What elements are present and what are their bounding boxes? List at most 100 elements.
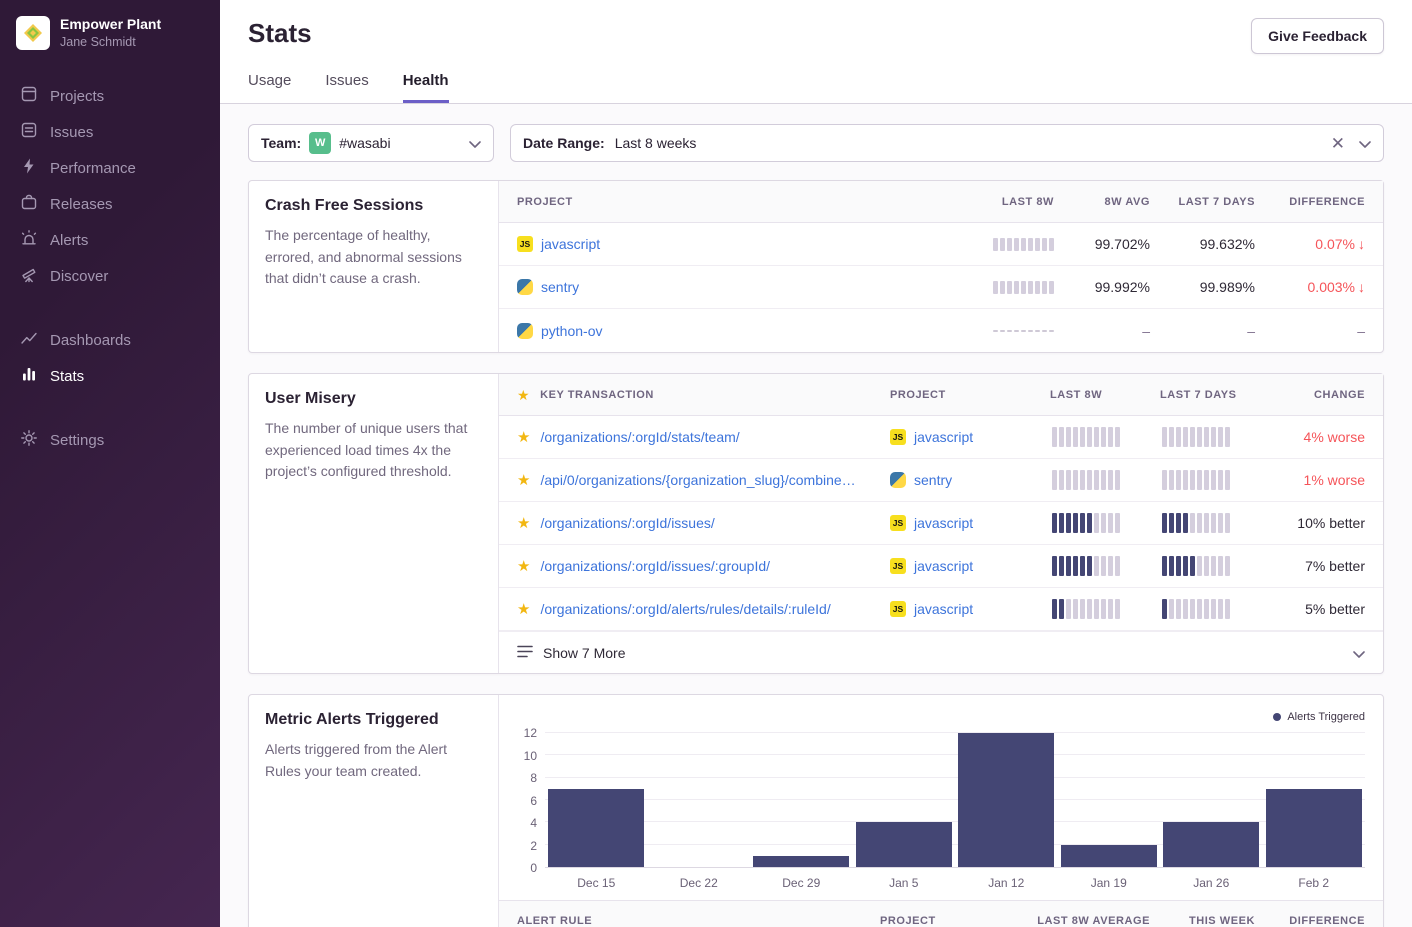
sparkline-bar bbox=[1000, 238, 1005, 251]
sparkline bbox=[1050, 427, 1120, 447]
change-value: 10% better bbox=[1275, 515, 1365, 531]
javascript-icon: JS bbox=[890, 601, 906, 617]
sparkline-bar bbox=[1204, 513, 1209, 533]
sparkline-bar bbox=[1059, 470, 1064, 490]
sparkline-bar bbox=[1059, 556, 1064, 576]
star-icon[interactable]: ★ bbox=[517, 602, 530, 617]
sidebar-item-settings[interactable]: Settings bbox=[0, 422, 220, 458]
sparkline-bar bbox=[1080, 599, 1085, 619]
sparkline bbox=[1160, 599, 1230, 619]
sparkline-bar bbox=[1094, 599, 1099, 619]
metric-alerts-description: Metric Alerts Triggered Alerts triggered… bbox=[249, 695, 499, 927]
project-link[interactable]: python-ov bbox=[541, 323, 602, 339]
difference-value: – bbox=[1357, 323, 1365, 339]
star-icon[interactable]: ★ bbox=[517, 559, 530, 574]
tab-health[interactable]: Health bbox=[403, 72, 449, 103]
sidebar-item-label: Discover bbox=[50, 268, 108, 285]
sidebar-item-stats[interactable]: Stats bbox=[0, 358, 220, 394]
clear-date-icon[interactable]: ✕ bbox=[1327, 135, 1349, 152]
star-icon[interactable]: ★ bbox=[517, 516, 530, 531]
sparkline-bar bbox=[1108, 427, 1113, 447]
chart-bar bbox=[958, 733, 1054, 867]
column-header-difference: DIFFERENCE bbox=[1255, 196, 1365, 208]
sparkline-bar bbox=[1007, 281, 1012, 294]
issues-icon bbox=[20, 121, 38, 143]
sparkline-bar bbox=[1108, 599, 1113, 619]
chevron-down-icon[interactable] bbox=[1359, 135, 1371, 151]
project-link[interactable]: sentry bbox=[914, 472, 952, 488]
sidebar-item-performance[interactable]: Performance bbox=[0, 150, 220, 186]
project-link[interactable]: javascript bbox=[914, 558, 973, 574]
difference-value: 0.07% bbox=[1315, 236, 1355, 252]
transaction-link[interactable]: /organizations/:orgId/stats/team/ bbox=[540, 429, 739, 445]
sparkline-bar bbox=[1073, 556, 1078, 576]
transaction-link[interactable]: /organizations/:orgId/alerts/rules/detai… bbox=[540, 601, 830, 617]
siren-icon bbox=[20, 229, 38, 251]
show-more-button[interactable]: Show 7 More bbox=[499, 631, 1383, 673]
sparkline-bar bbox=[1197, 513, 1202, 533]
sparkline-bar bbox=[1052, 427, 1057, 447]
org-switcher[interactable]: Empower Plant Jane Schmidt bbox=[0, 16, 220, 50]
transaction-link[interactable]: /organizations/:orgId/issues/:groupId/ bbox=[540, 558, 770, 574]
table-header-row: PROJECT LAST 8W 8W AVG LAST 7 DAYS DIFFE… bbox=[499, 181, 1383, 223]
chevron-down-icon[interactable] bbox=[469, 135, 481, 151]
sparkline-bar bbox=[1028, 238, 1033, 251]
sidebar-item-projects[interactable]: Projects bbox=[0, 78, 220, 114]
give-feedback-button[interactable]: Give Feedback bbox=[1251, 18, 1384, 54]
project-link[interactable]: javascript bbox=[914, 601, 973, 617]
sparkline-bar bbox=[1162, 599, 1167, 619]
sidebar-item-releases[interactable]: Releases bbox=[0, 186, 220, 222]
sparkline-bar bbox=[1108, 556, 1113, 576]
tab-issues[interactable]: Issues bbox=[325, 72, 368, 103]
change-value: 7% better bbox=[1275, 558, 1365, 574]
sparkline-bar bbox=[1087, 427, 1092, 447]
user-misery-description: User Misery The number of unique users t… bbox=[249, 374, 499, 673]
sparkline-bar bbox=[1052, 513, 1057, 533]
sparkline-bar bbox=[1087, 599, 1092, 619]
star-icon[interactable]: ★ bbox=[517, 430, 530, 445]
sparkline-bar bbox=[1225, 556, 1230, 576]
project-link[interactable]: sentry bbox=[541, 279, 579, 295]
sparkline-bar bbox=[1162, 513, 1167, 533]
date-range-value: Last 8 weeks bbox=[615, 135, 697, 151]
transaction-link[interactable]: /organizations/:orgId/issues/ bbox=[540, 515, 714, 531]
sparkline bbox=[1160, 470, 1230, 490]
sidebar-item-label: Issues bbox=[50, 124, 93, 141]
alerts-chart: Alerts Triggered 024681012 Dec 15Dec 22D… bbox=[499, 695, 1383, 900]
sparkline-bar bbox=[1190, 599, 1195, 619]
sparkline-bar bbox=[1108, 470, 1113, 490]
chart-bar bbox=[548, 789, 644, 867]
y-axis-label: 4 bbox=[530, 816, 537, 830]
project-link[interactable]: javascript bbox=[914, 515, 973, 531]
sparkline bbox=[1050, 556, 1120, 576]
sparkline-bar bbox=[1087, 556, 1092, 576]
transaction-link[interactable]: /api/0/organizations/{organization_slug}… bbox=[540, 472, 855, 488]
column-header-8w-avg: 8W AVG bbox=[1054, 196, 1150, 208]
sparkline-bar bbox=[1115, 470, 1120, 490]
team-selector[interactable]: Team: W #wasabi bbox=[248, 124, 494, 162]
page-title: Stats bbox=[248, 18, 312, 49]
sparkline-bar bbox=[1014, 238, 1019, 251]
sparkline-bar bbox=[1211, 599, 1216, 619]
project-link[interactable]: javascript bbox=[914, 429, 973, 445]
sidebar-item-discover[interactable]: Discover bbox=[0, 258, 220, 294]
project-link[interactable]: javascript bbox=[541, 236, 600, 252]
sidebar-item-label: Performance bbox=[50, 160, 136, 177]
sidebar-item-dashboards[interactable]: Dashboards bbox=[0, 322, 220, 358]
date-range-selector[interactable]: Date Range: Last 8 weeks ✕ bbox=[510, 124, 1384, 162]
avg-value: 99.992% bbox=[1054, 279, 1150, 295]
sparkline-bar bbox=[1073, 470, 1078, 490]
crash-free-sessions-panel: Crash Free Sessions The percentage of he… bbox=[248, 180, 1384, 353]
chevron-down-icon[interactable] bbox=[1353, 645, 1365, 661]
star-icon[interactable]: ★ bbox=[517, 473, 530, 488]
sidebar-item-issues[interactable]: Issues bbox=[0, 114, 220, 150]
sparkline-bar bbox=[1059, 513, 1064, 533]
sparkline-bar bbox=[1059, 427, 1064, 447]
sparkline-bar bbox=[1115, 599, 1120, 619]
sparkline-bar bbox=[1094, 556, 1099, 576]
sidebar-nav-settings: Settings bbox=[0, 422, 220, 458]
arrow-down-icon: ↓ bbox=[1358, 279, 1365, 295]
tab-usage[interactable]: Usage bbox=[248, 72, 291, 103]
chart-bar bbox=[753, 856, 849, 867]
sidebar-item-alerts[interactable]: Alerts bbox=[0, 222, 220, 258]
